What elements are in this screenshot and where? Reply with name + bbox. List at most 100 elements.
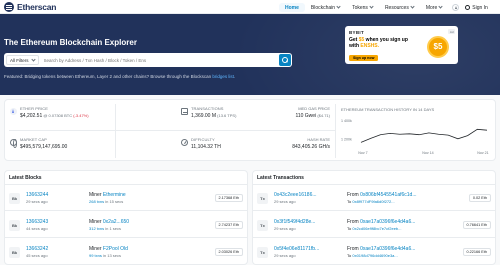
nav-more[interactable]: More [420, 3, 448, 12]
stat-market-cap: Market Cap $495,579,147,695.00 [10, 137, 110, 155]
block-miner: Miner 0x2a2...650 [89, 219, 130, 225]
from-address-link[interactable]: 0x806bf4545541af6c1d... [360, 192, 416, 198]
transaction-amount-badge: 0.76641 Eth [462, 221, 491, 229]
block-number-link[interactable]: 13663244 [26, 192, 48, 198]
block-row: Bk 13663244 29 secs ago Miner Ethermine 268 … [5, 185, 247, 211]
etherscan-logo-icon [4, 2, 14, 12]
search-bar: All Filters [4, 53, 292, 67]
to-address-link[interactable]: 0x2cd06e9f8bc7e7cf2eeb... [352, 226, 401, 231]
ethereum-network-icon[interactable] [452, 4, 460, 11]
chart-x-tick: Nov 7 [358, 151, 367, 155]
top-navbar: Etherscan Home Blockchain Tokens Resourc… [0, 0, 500, 14]
latest-blocks-panel: Latest Blocks Bk 13663244 29 secs ago Miner… [4, 170, 248, 265]
latest-blocks-title: Latest Blocks [5, 171, 247, 185]
ethereum-icon [10, 108, 17, 115]
chart-x-tick: Nov 21 [477, 151, 488, 155]
transaction-to: To 0x0198d796dd4690e3a... [347, 253, 398, 258]
block-row: Bk 13663242 45 secs ago Miner F2Pool Old 99 … [5, 239, 247, 264]
transaction-amount-badge: 0.22166 Eth [462, 248, 491, 256]
transaction-icon: Tx [257, 247, 268, 258]
chart-y-tick: 1 200k [341, 137, 352, 141]
page-title: The Ethereum Blockchain Explorer [4, 38, 137, 47]
chart-y-tick: 1 400k [341, 119, 352, 123]
block-reward-badge: 2.17368 Eth [214, 194, 243, 202]
miner-link[interactable]: 0x2a2...650 [103, 219, 129, 225]
search-input[interactable] [38, 57, 279, 63]
transactions-value[interactable]: 1,369.00 M (13.6 TPS) [191, 113, 236, 119]
latest-transactions-title: Latest Transactions [253, 171, 495, 185]
transaction-icon: Tx [257, 220, 268, 231]
nav-tokens[interactable]: Tokens [346, 3, 379, 12]
transaction-hash-link[interactable]: 0x3f1f549f4d28e... [274, 219, 315, 225]
txns-link[interactable]: 312 txns [89, 226, 104, 231]
txns-link[interactable]: 268 txns [89, 199, 104, 204]
stat-ether-price: Ether Price $4,202.51 @ 0.07308 BTC (-3.… [10, 106, 110, 124]
stats-divider [9, 130, 335, 131]
block-age: 44 secs ago [26, 226, 48, 231]
transaction-from: From 0xae17a0396f6e4d4a6... [347, 219, 416, 225]
market-cap-value: $495,579,147,695.00 [20, 144, 68, 150]
miner-link[interactable]: Ethermine [103, 192, 126, 198]
block-txns: 312 txns in 1 secs [89, 226, 122, 231]
block-icon: Bk [9, 220, 20, 231]
from-address-link[interactable]: 0xae17a0396f6e4d4a6... [360, 246, 415, 252]
to-address-link[interactable]: 0x8f977dF9fa6d0f272... [352, 199, 394, 204]
hash-rate-label: Hash Rate [307, 137, 330, 142]
nav-resources[interactable]: Resources [379, 3, 420, 12]
block-icon: Bk [9, 247, 20, 258]
nav-blockchain[interactable]: Blockchain [305, 3, 346, 12]
ad-headline: Get $5 when you sign up with ENSHS. [349, 37, 408, 49]
chart-series-line [360, 128, 488, 143]
transaction-hash-link[interactable]: 0x5f4e06e81171fb... [274, 246, 319, 252]
transaction-age: 29 secs ago [274, 199, 296, 204]
block-reward-badge: 2.74237 Eth [214, 221, 243, 229]
block-txns: 99 txns in 13 secs [89, 253, 122, 258]
to-address-link[interactable]: 0x0198d796dd4690e3a... [352, 253, 397, 258]
bybit-ad-banner[interactable]: BYBIT Get $5 when you sign up with ENSHS… [345, 26, 458, 64]
search-button[interactable] [279, 54, 291, 66]
difficulty-value[interactable]: 11,104.32 TH [191, 144, 221, 150]
chevron-down-icon [369, 4, 374, 9]
sign-in-link[interactable]: Sign In [465, 5, 488, 11]
stat-difficulty: Difficulty 11,104.32 TH Hash Rate 843,40… [181, 137, 330, 155]
block-number-link[interactable]: 13663242 [26, 246, 48, 252]
transaction-to: To 0x2cd06e9f8bc7e7cf2eeb... [347, 226, 402, 231]
block-age: 45 secs ago [26, 253, 48, 258]
block-miner: Miner Ethermine [89, 192, 126, 198]
featured-note: Featured: Bridging tokens between Ethere… [4, 74, 236, 79]
block-reward-badge: 2.03026 Eth [214, 248, 243, 256]
ad-badge: Ad [448, 29, 455, 34]
block-row: Bk 13663243 44 secs ago Miner 0x2a2...650 31… [5, 212, 247, 238]
server-icon [181, 108, 188, 115]
transaction-row: Tx 0x5f4e06e81171fb... 29 secs ago From 0xa… [253, 239, 495, 264]
ad-brand: BYBIT [349, 30, 364, 35]
gas-price-label: Med Gas Price [298, 106, 330, 111]
stats-divider [335, 104, 336, 158]
main-nav: Home Blockchain Tokens Resources More Si… [279, 3, 488, 12]
block-number-link[interactable]: 13663243 [26, 219, 48, 225]
ether-price-value[interactable]: $4,202.51 @ 0.07308 BTC (-3.47%) [20, 113, 89, 119]
from-address-link[interactable]: 0xae17a0396f6e4d4a6... [360, 219, 415, 225]
hash-rate-value[interactable]: 843,405.26 GH/s [292, 144, 330, 150]
block-miner: Miner F2Pool Old [89, 246, 128, 252]
chart-labels: 1 400k 1 200k Nov 7 Nov 14 Nov 21 [341, 119, 489, 155]
miner-link[interactable]: F2Pool Old [103, 246, 128, 252]
transaction-from: From 0xae17a0396f6e4d4a6... [347, 246, 416, 252]
block-age: 29 secs ago [26, 199, 48, 204]
gauge-icon [181, 139, 188, 146]
transaction-hash-link[interactable]: 0x43c2eee16186... [274, 192, 317, 198]
stat-transactions: Transactions 1,369.00 M (13.6 TPS) Med G… [181, 106, 330, 124]
txns-link[interactable]: 99 txns [89, 253, 102, 258]
etherscan-logo[interactable]: Etherscan [4, 2, 57, 12]
brand-name: Etherscan [17, 2, 57, 12]
chevron-down-icon [30, 56, 36, 62]
search-filter-select[interactable]: All Filters [6, 55, 39, 65]
transaction-age: 29 secs ago [274, 253, 296, 258]
gas-price-value[interactable]: 110 Gwei ($4.71) [295, 113, 330, 119]
bridges-list-link[interactable]: bridges list [212, 74, 234, 79]
transaction-history-chart[interactable]: 1 400k 1 200k Nov 7 Nov 14 Nov 21 [341, 112, 491, 157]
ad-sign-up-button[interactable]: Sign up now [349, 55, 379, 61]
nav-home[interactable]: Home [279, 3, 305, 12]
user-icon [465, 5, 471, 10]
block-txns: 268 txns in 15 secs [89, 199, 124, 204]
